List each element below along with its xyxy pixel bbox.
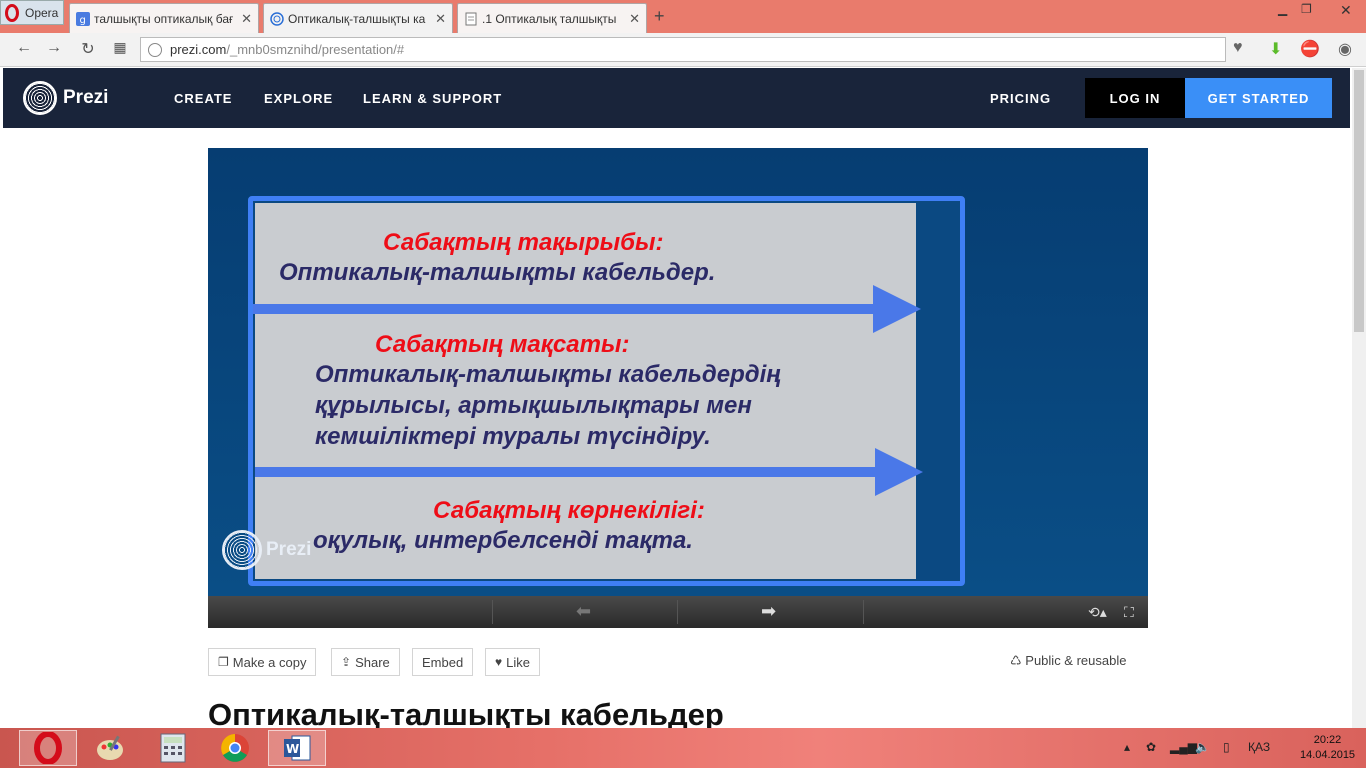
tab-google-search[interactable]: g талшықты оптикалық бағ ✕ (69, 3, 259, 33)
new-tab-button[interactable]: + (654, 6, 665, 27)
system-clock[interactable]: 20:22 14.04.2015 (1300, 733, 1355, 763)
address-bar[interactable]: prezi.com/_mnb0smznihd/presentation/# (140, 37, 1226, 62)
nav-pricing[interactable]: PRICING (990, 91, 1051, 106)
prezi-header: Prezi CREATE EXPLORE LEARN & SUPPORT PRI… (3, 68, 1350, 128)
clock-date: 14.04.2015 (1300, 749, 1356, 761)
prezi-logo-icon (23, 81, 57, 115)
tray-app-icon[interactable]: ✿ (1146, 740, 1156, 754)
topic-text: Оптикалық-талшықты кабельдер. (279, 259, 716, 286)
arrow-right-icon (255, 448, 923, 496)
minimize-icon[interactable]: ▁ (1278, 2, 1287, 16)
clock-time: 20:22 (1313, 734, 1342, 746)
close-tab-icon[interactable]: ✕ (629, 11, 640, 27)
fullscreen-icon[interactable]: ⛶ (1124, 604, 1134, 621)
prezi-logo-icon (222, 530, 262, 570)
browser-tab-bar: Opera g талшықты оптикалық бағ ✕ Оптикал… (0, 0, 1366, 33)
recycle-icon: ♺ (1010, 653, 1022, 668)
taskbar-paint[interactable] (81, 730, 139, 766)
download-icon[interactable]: ⬇ (1269, 39, 1282, 59)
forward-arrow-icon[interactable]: → (44, 39, 64, 57)
make-copy-button[interactable]: ❐ Make a copy (208, 648, 317, 676)
paint-icon (97, 735, 123, 760)
battery-icon[interactable]: ▯ (1223, 740, 1230, 754)
back-arrow-icon[interactable]: ← (14, 39, 34, 57)
close-tab-icon[interactable]: ✕ (435, 11, 446, 27)
show-hidden-icons[interactable]: ▴ (1124, 740, 1130, 754)
copy-icon: ❐ (218, 655, 229, 669)
taskbar-opera[interactable] (19, 730, 77, 766)
url-host: prezi.com (170, 42, 227, 57)
taskbar-calculator[interactable] (144, 730, 202, 766)
get-started-button[interactable]: GET STARTED (1185, 78, 1332, 118)
control-divider (492, 600, 493, 624)
tab-document[interactable]: .1 Оптикалық талшықты ✕ (457, 3, 647, 33)
site-info-icon[interactable] (148, 42, 162, 57)
opera-icon (34, 732, 62, 764)
adblock-icon[interactable]: ⛔ (1300, 39, 1320, 59)
url-path: /_mnb0smznihd/presentation/# (226, 42, 405, 57)
opera-menu-button[interactable]: Opera (0, 0, 64, 25)
taskbar-chrome[interactable] (206, 730, 264, 766)
windows-taskbar: W ▴ ✿ ▂▄▆ 🔈 ▯ ҚАЗ 20:22 14.04.2015 (0, 728, 1366, 768)
calculator-icon (160, 733, 186, 763)
browser-nav-bar: ← → ↻ ▦ prezi.com/_mnb0smznihd/presentat… (0, 33, 1366, 67)
embed-button[interactable]: Embed (412, 648, 474, 676)
word-icon: W (284, 735, 311, 761)
heart-bookmark-icon[interactable]: ♥ (1233, 39, 1243, 57)
control-divider (863, 600, 864, 624)
control-divider (677, 600, 678, 624)
slide-panel: Сабақтың тақырыбы: Оптикалық-талшықты ка… (255, 203, 916, 579)
taskbar-word[interactable]: W (268, 730, 326, 766)
opera-icon (5, 3, 19, 22)
nav-create[interactable]: CREATE (174, 91, 232, 106)
heart-icon: ♥ (495, 655, 503, 669)
network-signal-icon[interactable]: ▂▄▆ (1170, 740, 1197, 754)
goal-line-2: құрылысы, артықшылықтары мен (315, 392, 752, 419)
language-indicator[interactable]: ҚАЗ (1248, 740, 1270, 754)
nav-explore[interactable]: EXPLORE (264, 91, 333, 106)
maximize-icon[interactable]: ❐ (1301, 2, 1312, 16)
tab-prezi[interactable]: Оптикалық-талшықты ка ✕ (263, 3, 453, 33)
goal-line-1: Оптикалық-талшықты кабельдердің (315, 361, 781, 388)
chrome-icon (221, 734, 249, 762)
previous-step-icon[interactable]: ⬅ (576, 601, 591, 622)
like-button[interactable]: ♥ Like (485, 648, 540, 676)
svg-text:W: W (286, 742, 299, 756)
prezi-watermark: Prezi (222, 530, 311, 570)
presentation-viewer[interactable]: Сабақтың тақырыбы: Оптикалық-талшықты ка… (208, 148, 1148, 596)
autoplay-icon[interactable]: ⟲▴ (1088, 604, 1107, 621)
goal-label: Сабақтың мақсаты: (375, 331, 630, 358)
close-window-icon[interactable]: ✕ (1340, 2, 1352, 19)
scrollbar-thumb[interactable] (1354, 70, 1364, 332)
reload-icon[interactable]: ↻ (78, 39, 98, 59)
next-step-icon[interactable]: ➡ (761, 601, 776, 622)
prezi-icon (270, 11, 284, 26)
goal-line-3: кемшіліктері туралы түсіндіру. (315, 423, 711, 450)
visual-text: оқулық, интербелсенді тақта. (313, 527, 693, 554)
svg-text:g: g (80, 15, 86, 26)
page-scrollbar[interactable] (1352, 68, 1366, 728)
prezi-logo[interactable]: Prezi (23, 81, 108, 115)
arrow-right-icon (253, 285, 921, 333)
login-button[interactable]: LOG IN (1085, 78, 1185, 118)
share-icon: ⇪ (341, 655, 352, 669)
public-reusable-badge: ♺ Public & reusable (1010, 653, 1127, 668)
document-icon (465, 12, 477, 25)
user-account-icon[interactable]: ◉ (1338, 39, 1352, 59)
google-icon: g (76, 11, 90, 26)
volume-icon[interactable]: 🔈 (1195, 740, 1210, 754)
visual-label: Сабақтың көрнекілігі: (433, 497, 705, 524)
presentation-controls: ⬅ ➡ ⟲▴ ⛶ (208, 596, 1148, 628)
speed-dial-grid-icon[interactable]: ▦ (110, 39, 130, 56)
slide-frame: Сабақтың тақырыбы: Оптикалық-талшықты ка… (248, 196, 965, 586)
topic-label: Сабақтың тақырыбы: (383, 229, 664, 256)
close-tab-icon[interactable]: ✕ (241, 11, 252, 27)
nav-learn-support[interactable]: LEARN & SUPPORT (363, 91, 502, 106)
share-button[interactable]: ⇪ Share (331, 648, 400, 676)
